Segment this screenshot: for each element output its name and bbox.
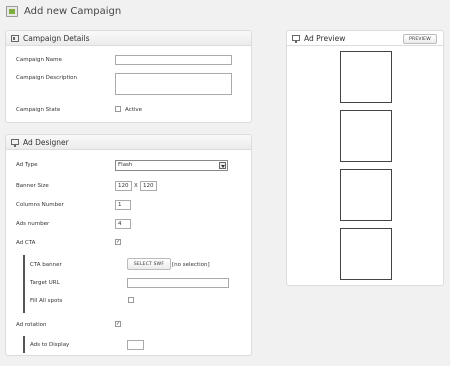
ads-number-input[interactable]: 4 [115, 219, 131, 229]
cta-group-bar [23, 255, 25, 313]
columns-number-label: Columns Number [16, 202, 64, 208]
fill-all-spots-label: Fill All spots [30, 298, 63, 304]
select-swf-button[interactable]: SELECT SWF [127, 258, 171, 270]
ad-preview-slot [340, 51, 392, 103]
campaign-name-label: Campaign Name [16, 57, 62, 63]
fill-all-spots-checkbox[interactable] [128, 297, 134, 303]
columns-number-input[interactable]: 1 [115, 200, 131, 210]
ad-designer-panel: Ad Designer Ad Type Flash Banner Size 12… [5, 134, 252, 356]
ad-preview-title: Ad Preview [304, 33, 346, 43]
rotation-group-bar [23, 336, 25, 353]
monitor-icon [11, 139, 19, 147]
campaign-name-input[interactable] [115, 55, 232, 65]
ad-designer-header: Ad Designer [6, 135, 251, 150]
target-url-label: Target URL [30, 280, 60, 286]
ad-preview-slot [340, 110, 392, 162]
ad-rotation-label: Ad rotation [16, 322, 47, 328]
banner-size-x: X [134, 183, 138, 189]
banner-height-input[interactable]: 120 [140, 181, 157, 191]
campaign-details-title: Campaign Details [23, 33, 90, 43]
ad-type-select[interactable]: Flash [115, 160, 228, 171]
ad-designer-title: Ad Designer [23, 137, 69, 147]
ad-rotation-checkbox[interactable]: ✓ [115, 321, 121, 327]
ad-preview-panel: Ad Preview PREVIEW [286, 30, 444, 286]
cta-banner-label: CTA banner [30, 262, 62, 268]
cta-banner-value: [no selection] [172, 262, 210, 268]
page-header: Add new Campaign [6, 3, 121, 19]
campaign-icon [6, 5, 18, 17]
page-title: Add new Campaign [24, 5, 122, 17]
ads-number-label: Ads number [16, 221, 50, 227]
banner-width-input[interactable]: 120 [115, 181, 132, 191]
ad-type-value: Flash [118, 162, 133, 168]
campaign-description-textarea[interactable] [115, 73, 232, 95]
ads-to-display-input[interactable] [127, 340, 144, 350]
ad-cta-checkbox[interactable]: ✓ [115, 239, 121, 245]
campaign-state-checkbox[interactable] [115, 106, 121, 112]
ad-type-label: Ad Type [16, 162, 38, 168]
preview-button[interactable]: PREVIEW [403, 34, 437, 44]
target-url-input[interactable] [127, 278, 229, 288]
campaign-state-active-label: Active [125, 107, 143, 113]
ad-preview-slot [340, 169, 392, 221]
campaign-details-header: Campaign Details [6, 31, 251, 46]
chevron-down-icon[interactable] [219, 162, 226, 169]
ad-cta-label: Ad CTA [16, 240, 36, 246]
monitor-icon [292, 35, 300, 43]
campaign-details-panel: Campaign Details Campaign Name Campaign … [5, 30, 252, 123]
ad-preview-slot [340, 228, 392, 280]
campaign-state-label: Campaign State [16, 107, 61, 113]
campaign-description-label: Campaign Description [16, 75, 78, 81]
panel-icon [11, 34, 19, 42]
ads-to-display-label: Ads to Display [30, 342, 70, 348]
banner-size-label: Banner Size [16, 183, 49, 189]
